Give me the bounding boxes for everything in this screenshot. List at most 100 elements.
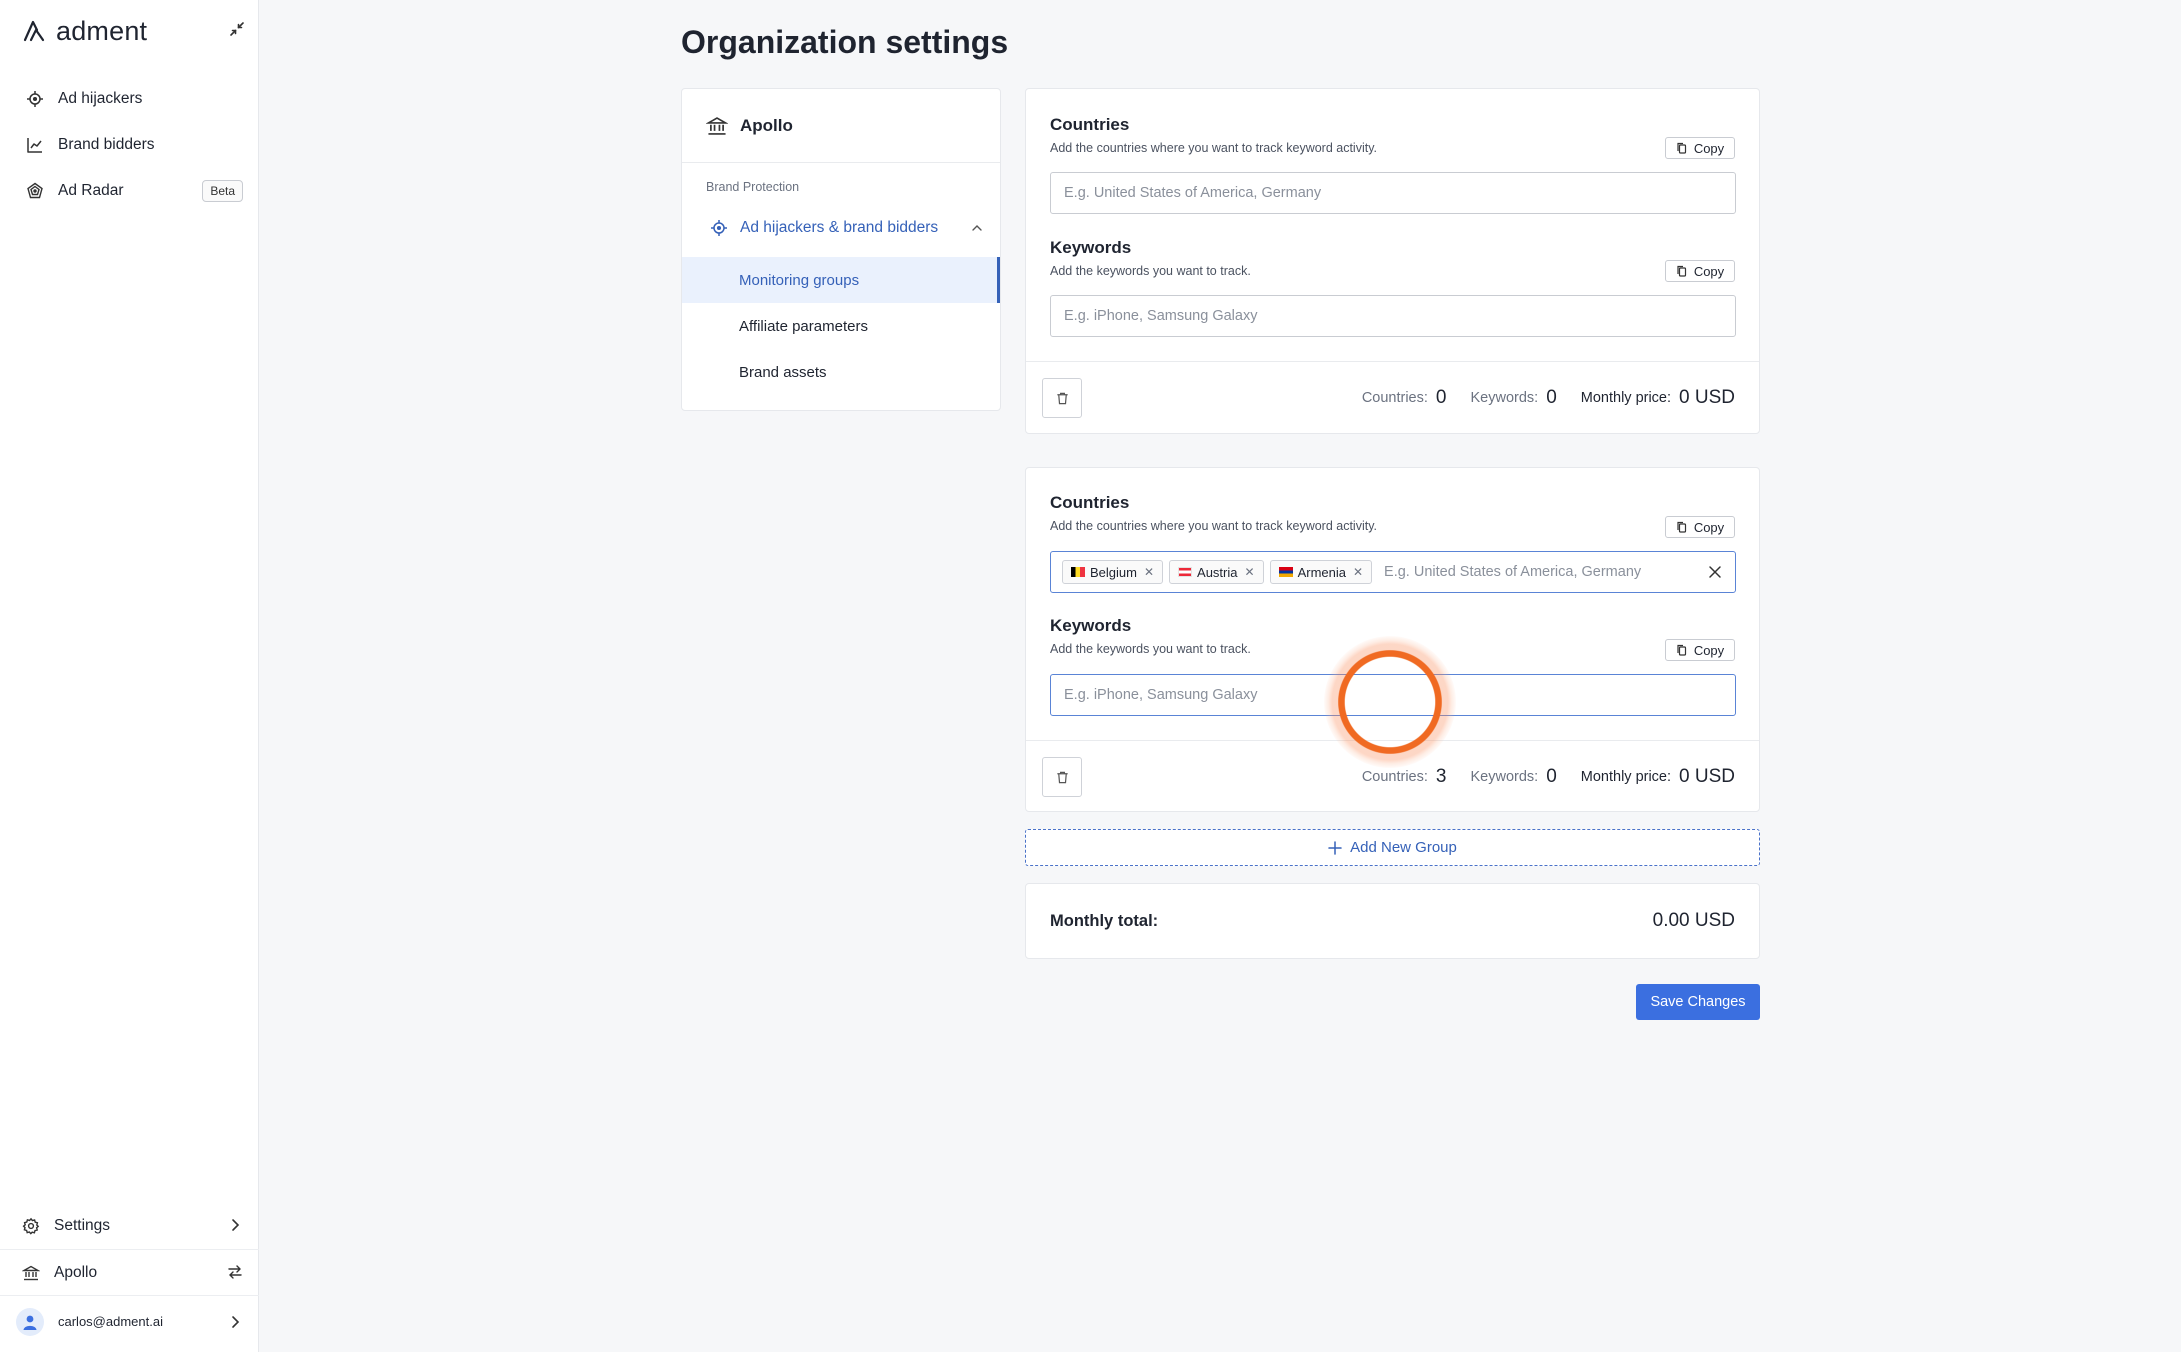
avatar (16, 1307, 44, 1336)
gear-icon (22, 1217, 40, 1235)
settings-org-name: Apollo (740, 115, 793, 135)
nav-item-ad-hijackers[interactable]: Ad hijackers (0, 76, 259, 122)
main-nav: Ad hijackers Brand bidders Ad Radar Beta (0, 76, 259, 214)
remove-tag-icon[interactable]: ✕ (1353, 565, 1363, 579)
copy-label: Copy (1693, 642, 1725, 658)
copy-keywords-button[interactable]: Copy (1665, 260, 1735, 282)
monthly-total-label: Monthly total: (1050, 912, 1159, 930)
tag-label: Belgium (1090, 564, 1137, 580)
monthly-price: 0 USD (1679, 766, 1735, 787)
add-new-group-button[interactable]: Add New Group (1025, 829, 1760, 866)
settings-label: Settings (54, 1217, 111, 1234)
copy-countries-button[interactable]: Copy (1665, 137, 1735, 159)
app-name: adment (56, 15, 148, 46)
collapse-arrows-icon (230, 22, 244, 36)
countries-count-label: Countries: (1361, 390, 1428, 406)
countries-title: Countries (1050, 115, 1130, 134)
nav-item-ad-radar[interactable]: Ad Radar Beta (0, 168, 259, 214)
armenia-flag-icon (1278, 567, 1293, 577)
org-label: Apollo (54, 1263, 98, 1281)
nav-item-label: Brand bidders (58, 136, 155, 153)
section-label: Brand Protection (706, 180, 800, 194)
country-tag-armenia: Armenia ✕ (1269, 560, 1373, 584)
crosshair-icon (27, 91, 43, 107)
nav-item-label: Ad hijackers (58, 90, 143, 107)
copy-icon (1677, 644, 1686, 656)
country-tag-austria: Austria ✕ (1169, 560, 1264, 584)
plus-icon (1328, 840, 1342, 855)
sub-item-affiliate-parameters[interactable]: Affiliate parameters (682, 303, 1000, 349)
chevron-right-icon (232, 1219, 240, 1231)
country-tag-belgium: Belgium ✕ (1062, 560, 1164, 584)
copy-icon (1677, 521, 1686, 533)
delete-group-button[interactable] (1042, 378, 1082, 418)
trash-icon (1056, 771, 1068, 783)
bank-icon (22, 1265, 40, 1280)
save-changes-button[interactable]: Save Changes (1636, 984, 1760, 1020)
monthly-price: 0 USD (1679, 387, 1735, 408)
sub-item-brand-assets[interactable]: Brand assets (682, 349, 1000, 395)
monthly-total-card: Monthly total: 0.00 USD (1025, 883, 1760, 959)
copy-label: Copy (1693, 263, 1725, 279)
group-footer: Countries: 0 Keywords: 0 Monthly price: … (1026, 361, 1759, 433)
copy-icon (1677, 265, 1686, 277)
sidebar-settings[interactable]: Settings (0, 1203, 259, 1249)
keywords-count-label: Keywords: (1470, 390, 1539, 406)
switch-arrows-icon (228, 1265, 242, 1279)
settings-nav: Apollo Brand Protection Ad hijackers & b… (681, 88, 1001, 411)
tag-label: Austria (1197, 564, 1238, 580)
brand[interactable]: adment (22, 14, 147, 48)
radar-icon (27, 182, 43, 199)
countries-tag-input[interactable]: Belgium ✕ Austria ✕ Armenia ✕ (1050, 551, 1736, 593)
close-icon (1709, 566, 1721, 578)
crosshair-icon (711, 220, 727, 236)
chevron-up-icon (972, 225, 982, 231)
group-stats: Countries: 0 Keywords: 0 Monthly price: … (1362, 362, 1735, 434)
copy-icon (1677, 142, 1686, 154)
keywords-input[interactable] (1050, 295, 1736, 337)
sidebar-user[interactable]: carlos@adment.ai (0, 1295, 259, 1347)
countries-count: 0 (1435, 387, 1447, 408)
keywords-description: Add the keywords you want to track. (1050, 264, 1251, 278)
user-email: carlos@adment.ai (58, 1314, 163, 1329)
countries-description: Add the countries where you want to trac… (1050, 141, 1378, 155)
copy-label: Copy (1693, 519, 1725, 535)
collapse-sidebar-button[interactable] (226, 18, 248, 40)
keywords-title: Keywords (1050, 616, 1132, 635)
keywords-title: Keywords (1050, 238, 1132, 257)
countries-input[interactable] (1050, 172, 1736, 214)
remove-tag-icon[interactable]: ✕ (1144, 565, 1154, 579)
group-stats: Countries: 3 Keywords: 0 Monthly price: … (1362, 741, 1735, 813)
clear-countries-button[interactable] (1695, 552, 1735, 592)
belgium-flag-icon (1071, 567, 1085, 577)
monthly-price-label: Monthly price: (1580, 769, 1672, 785)
copy-countries-button[interactable]: Copy (1665, 516, 1735, 538)
settings-org-header: Apollo (682, 89, 1000, 163)
countries-title: Countries (1050, 493, 1130, 512)
countries-count-label: Countries: (1361, 769, 1428, 785)
keywords-description: Add the keywords you want to track. (1050, 642, 1251, 656)
countries-description: Add the countries where you want to trac… (1050, 519, 1378, 533)
chevron-right-icon (232, 1316, 240, 1328)
menu-ad-hijackers-brand-bidders[interactable]: Ad hijackers & brand bidders (682, 205, 1000, 251)
trash-icon (1056, 392, 1068, 404)
keywords-input[interactable] (1050, 674, 1736, 716)
keywords-count-label: Keywords: (1470, 769, 1539, 785)
sidebar-org-switcher[interactable]: Apollo (0, 1249, 259, 1295)
menu-parent-label: Ad hijackers & brand bidders (740, 219, 939, 236)
adment-logo-icon (22, 18, 48, 44)
monthly-price-label: Monthly price: (1580, 390, 1672, 406)
delete-group-button[interactable] (1042, 757, 1082, 797)
monitoring-group-card: Countries Add the countries where you wa… (1025, 88, 1760, 434)
line-chart-icon (27, 138, 42, 153)
nav-item-label: Ad Radar (58, 182, 124, 199)
austria-flag-icon (1178, 567, 1193, 577)
remove-tag-icon[interactable]: ✕ (1245, 565, 1255, 579)
keywords-count: 0 (1546, 766, 1557, 787)
copy-keywords-button[interactable]: Copy (1665, 639, 1735, 661)
nav-item-brand-bidders[interactable]: Brand bidders (0, 122, 259, 168)
bank-icon (706, 116, 728, 135)
page-title: Organization settings (681, 24, 1009, 60)
sub-item-monitoring-groups[interactable]: Monitoring groups (682, 257, 1000, 303)
countries-input[interactable] (1378, 564, 1689, 580)
